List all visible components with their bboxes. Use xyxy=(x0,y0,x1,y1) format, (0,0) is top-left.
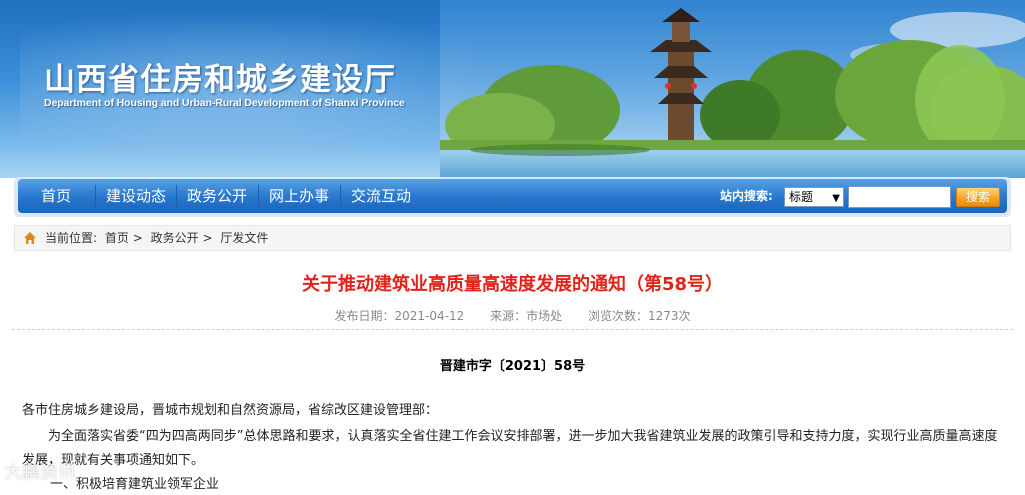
nav-separator xyxy=(176,185,177,207)
breadcrumb-trail: 当前位置: 首页 > 政务公开 > 厅发文件 xyxy=(45,226,268,250)
nav-separator xyxy=(258,185,259,207)
nav-separator xyxy=(95,185,96,207)
breadcrumb-separator: > xyxy=(202,231,213,245)
article-source: 来源：市场处 xyxy=(490,309,563,323)
nav-item-interaction[interactable]: 交流互动 xyxy=(343,179,419,213)
home-icon xyxy=(24,232,36,244)
dashed-divider xyxy=(12,329,1013,330)
search-type-value: 标题 xyxy=(789,190,814,204)
site-title: 山西省住房和城乡建设厅 xyxy=(44,62,396,98)
view-count: 浏览次数：1273次 xyxy=(587,309,691,323)
main-nav-container: 首页 建设动态 政务公开 网上办事 交流互动 站内搜索: 标题 ▼ 搜索 xyxy=(14,177,1011,217)
main-nav: 首页 建设动态 政务公开 网上办事 交流互动 站内搜索: 标题 ▼ 搜索 xyxy=(18,179,1007,213)
document-number: 晋建市字〔2021〕58号 xyxy=(439,359,586,374)
site-subtitle: Department of Housing and Urban-Rural De… xyxy=(44,97,405,109)
search-label: 站内搜索: xyxy=(720,189,773,203)
banner-landscape-image xyxy=(440,0,1025,178)
breadcrumb-separator: > xyxy=(132,231,143,245)
nav-item-gov-affairs[interactable]: 政务公开 xyxy=(179,179,255,213)
article-title: 关于推动建筑业高质量高速度发展的通知（第58号） xyxy=(301,274,724,295)
search-input[interactable] xyxy=(848,186,951,208)
breadcrumb: 当前位置: 首页 > 政务公开 > 厅发文件 xyxy=(14,225,1011,251)
article-paragraph-intro: 为全面落实省委“四为四高两同步”总体思路和要求，认真落实全省住建工作会议安排部署… xyxy=(22,429,998,468)
nav-separator xyxy=(340,185,341,207)
article-paragraph-addressees: 各市住房城乡建设局，晋城市规划和自然资源局，省综改区建设管理部： xyxy=(22,403,439,418)
breadcrumb-gov-affairs[interactable]: 政务公开 xyxy=(151,231,199,245)
breadcrumb-dept-documents[interactable]: 厅发文件 xyxy=(220,231,268,245)
article-meta: 发布日期：2021-04-12 来源：市场处 浏览次数：1273次 xyxy=(0,307,1025,324)
header-banner: 山西省住房和城乡建设厅 Department of Housing and Ur… xyxy=(0,0,1025,178)
breadcrumb-home[interactable]: 首页 xyxy=(105,231,129,245)
nav-item-news[interactable]: 建设动态 xyxy=(98,179,174,213)
nav-item-online-services[interactable]: 网上办事 xyxy=(261,179,337,213)
nav-item-home[interactable]: 首页 xyxy=(24,179,88,213)
breadcrumb-prefix: 当前位置: xyxy=(45,231,98,245)
search-button[interactable]: 搜索 xyxy=(956,187,1000,207)
publish-date: 发布日期：2021-04-12 xyxy=(334,309,465,323)
chevron-down-icon: ▼ xyxy=(832,193,840,204)
search-type-select[interactable]: 标题 ▼ xyxy=(784,187,844,207)
watermark-logo: 大鹏资讯 xyxy=(4,462,76,483)
